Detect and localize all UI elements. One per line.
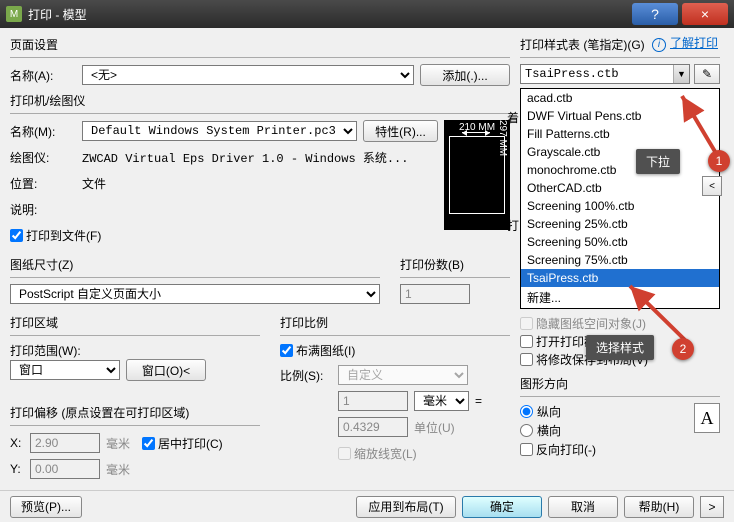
scale-denominator-input [338, 417, 408, 437]
page-name-label: 名称(A): [10, 67, 76, 84]
printer-name-label: 名称(M): [10, 123, 76, 140]
style-table-item[interactable]: Screening 25%.ctb打 [521, 215, 719, 233]
style-table-item[interactable]: acad.ctb [521, 89, 719, 107]
scale-legend: 打印比例 [280, 314, 510, 331]
close-icon[interactable]: × [682, 3, 728, 25]
bottom-bar: 预览(P)... 应用到布局(T) 确定 取消 帮助(H) > [0, 490, 734, 522]
fit-to-paper-checkbox[interactable]: 布满图纸(I) [280, 342, 355, 359]
badge-2: 2 [672, 338, 694, 360]
print-to-file-checkbox[interactable]: 打印到文件(F) [10, 227, 101, 244]
print-area-legend: 打印区域 [10, 314, 260, 331]
location-value: 文件 [82, 175, 106, 192]
window-title: 打印 - 模型 [28, 6, 632, 23]
scale-numerator-input [338, 391, 408, 411]
offset-y-input [30, 459, 100, 479]
pencil-icon: ✎ [702, 67, 712, 81]
expand-button[interactable]: > [700, 496, 724, 518]
style-table-item[interactable]: Screening 75%.ctb [521, 251, 719, 269]
ok-button[interactable]: 确定 [462, 496, 542, 518]
paper-size-select[interactable]: PostScript 自定义页面大小 [10, 284, 380, 304]
description-label: 说明: [10, 201, 76, 218]
style-table-item[interactable]: OtherCAD.ctb [521, 179, 719, 197]
preview-button[interactable]: 预览(P)... [10, 496, 82, 518]
properties-button[interactable]: 特性(R)... [363, 120, 438, 142]
orientation-legend: 图形方向 [520, 375, 720, 392]
help-button[interactable]: 帮助(H) [624, 496, 694, 518]
apply-layout-button[interactable]: 应用到布局(T) [356, 496, 456, 518]
scale-group: 打印比例 布满图纸(I) 比例(S): 自定义 毫米 [280, 314, 510, 468]
landscape-radio[interactable]: 横向 [520, 422, 694, 439]
scale-ratio-label: 比例(S): [280, 367, 332, 384]
page-name-select[interactable]: <无> [82, 65, 414, 85]
callout-select-style: 选择样式 [586, 335, 654, 360]
scale-lineweight-checkbox: 缩放线宽(L) [338, 445, 417, 462]
style-table-select[interactable]: TsaiPress.ctb ▼ [520, 64, 690, 84]
page-setup-group: 页面设置 名称(A): <无> 添加(.)... [10, 36, 510, 86]
portrait-radio[interactable]: 纵向 [520, 403, 694, 420]
titlebar: M 打印 - 模型 ? × [0, 0, 734, 28]
printer-name-select[interactable]: Default Windows System Printer.pc3 [82, 121, 357, 141]
style-table-dropdown[interactable]: acad.ctbDWF Virtual Pens.ctb着Fill Patter… [520, 88, 720, 309]
style-table-item[interactable]: Screening 100%.ctb [521, 197, 719, 215]
style-table-item[interactable]: Screening 50%.ctb [521, 233, 719, 251]
offset-y-unit: 毫米 [106, 461, 130, 478]
printer-group: 打印机/绘图仪 名称(M): Default Windows System Pr… [10, 92, 510, 250]
paper-size-group: 图纸尺寸(Z) PostScript 自定义页面大小 [10, 256, 380, 304]
page-setup-legend: 页面设置 [10, 36, 510, 53]
app-logo-icon: M [6, 6, 22, 22]
callout-dropdown: 下拉 [636, 149, 680, 174]
badge-1: 1 [708, 150, 730, 172]
equals-label: = [475, 394, 482, 408]
print-scope-select[interactable]: 窗口 [10, 360, 120, 380]
style-table-item[interactable]: Grayscale.ctb [521, 143, 719, 161]
help-icon[interactable]: ? [632, 3, 678, 25]
style-table-item[interactable]: monochrome.ctb [521, 161, 719, 179]
style-table-legend: 打印样式表 (笔指定)(G) [520, 36, 720, 53]
print-scope-label: 打印范围(W): [10, 342, 260, 359]
center-print-checkbox[interactable]: 居中打印(C) [142, 435, 223, 452]
offset-x-unit: 毫米 [106, 435, 130, 452]
scale-unit-label: 单位(U) [414, 419, 455, 436]
copies-group: 打印份数(B) [400, 256, 510, 304]
style-table-item[interactable]: DWF Virtual Pens.ctb着 [521, 107, 719, 125]
offset-y-label: Y: [10, 462, 24, 476]
cancel-button[interactable]: 取消 [548, 496, 618, 518]
style-table-item[interactable]: 新建... [521, 287, 719, 308]
scale-unit-select[interactable]: 毫米 [414, 391, 469, 411]
plotter-label: 绘图仪: [10, 149, 76, 166]
style-table-item[interactable]: Fill Patterns.ctb [521, 125, 719, 143]
hide-objects-checkbox: 隐藏图纸空间对象(J) [520, 315, 646, 332]
copies-input [400, 284, 470, 304]
orientation-icon: A [694, 403, 720, 433]
offset-x-input [30, 433, 100, 453]
chevron-down-icon[interactable]: ▼ [673, 65, 689, 83]
plotter-value: ZWCAD Virtual Eps Driver 1.0 - Windows 系… [82, 149, 408, 166]
location-label: 位置: [10, 175, 76, 192]
paper-preview: 210 MM 297 MM [444, 120, 510, 230]
paper-size-legend: 图纸尺寸(Z) [10, 256, 380, 273]
scale-ratio-select: 自定义 [338, 365, 468, 385]
window-button[interactable]: 窗口(O)< [126, 359, 206, 381]
style-table-group: 打印样式表 (笔指定)(G) TsaiPress.ctb ▼ ✎ acad.ct… [520, 36, 720, 309]
edit-style-button[interactable]: ✎ [694, 64, 720, 84]
add-button[interactable]: 添加(.)... [420, 64, 510, 86]
offset-x-label: X: [10, 436, 24, 450]
reverse-print-checkbox[interactable]: 反向打印(-) [520, 441, 596, 458]
printer-legend: 打印机/绘图仪 [10, 92, 510, 109]
style-table-item[interactable]: TsaiPress.ctb [521, 269, 719, 287]
orientation-group: 图形方向 纵向 横向 反向打印(-) A [520, 375, 720, 459]
copies-legend: 打印份数(B) [400, 256, 510, 273]
collapse-right-button[interactable]: < [702, 176, 722, 196]
